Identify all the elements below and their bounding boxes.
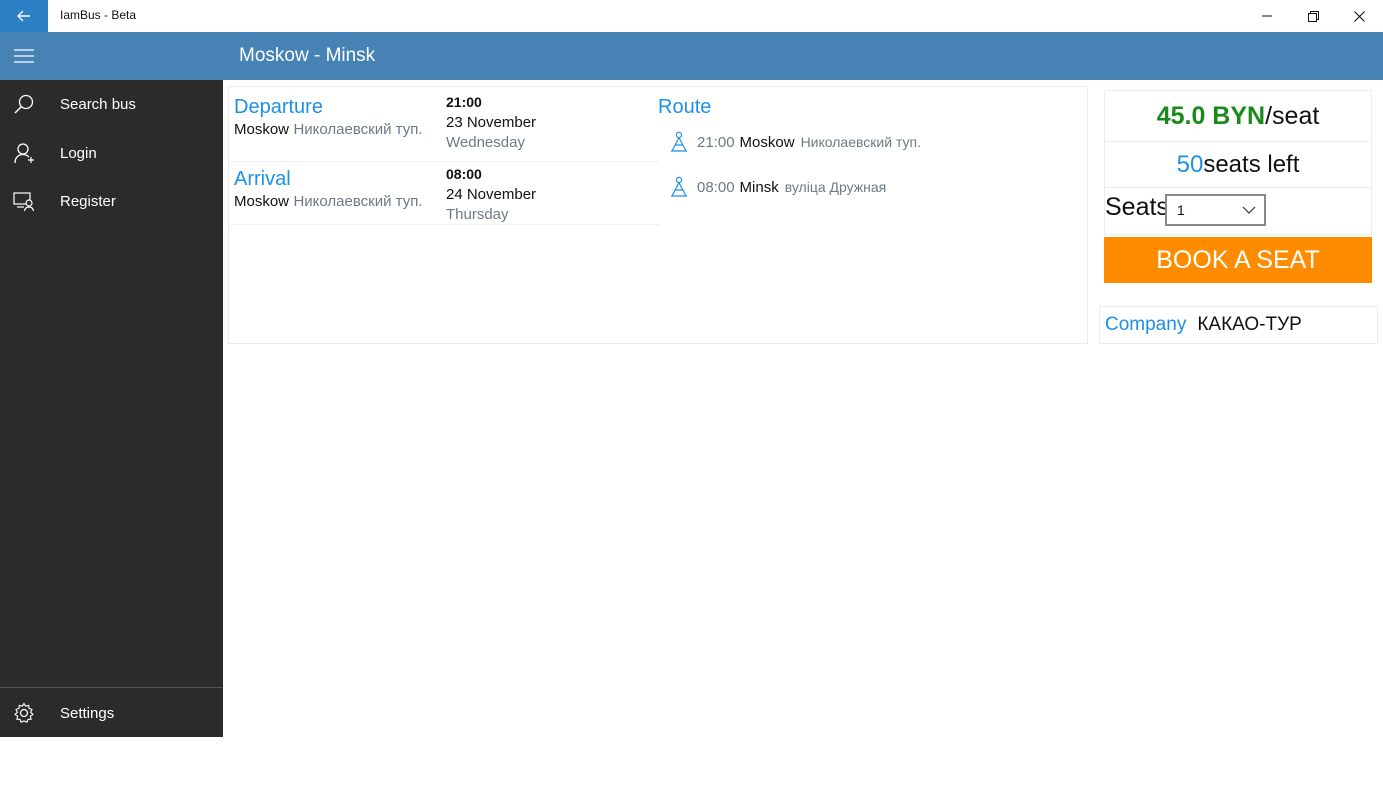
sidebar-item-register[interactable]: Register	[0, 177, 223, 225]
arrival-time: 08:00	[446, 166, 482, 182]
seat-selector-row: Seats 1	[1104, 187, 1372, 235]
departure-date: 23 November	[446, 114, 537, 131]
departure-station: Николаевский туп.	[293, 121, 423, 138]
app-title: IamBus - Beta	[60, 8, 137, 22]
price-box: 45.0 BYN /seat	[1104, 90, 1372, 142]
price-unit: /seat	[1265, 101, 1320, 130]
seats-left-count: 50	[1176, 150, 1204, 178]
sidebar-item-label: Search bus	[60, 95, 136, 113]
back-button[interactable]	[0, 0, 48, 32]
arrival-heading: Arrival	[234, 168, 291, 190]
departure-city: Moskow	[234, 121, 290, 138]
close-button[interactable]	[1336, 0, 1382, 32]
route-stop-city: Minsk	[739, 178, 779, 196]
route-heading: Route	[658, 96, 712, 118]
arrival-station: Николаевский туп.	[293, 193, 423, 210]
register-icon	[0, 177, 48, 225]
route-stop-city: Moskow	[739, 133, 795, 151]
arrival-date: 24 November	[446, 186, 537, 203]
price-value: 45.0 BYN	[1156, 101, 1266, 130]
row-divider	[231, 161, 659, 162]
sidebar-item-label: Register	[60, 192, 116, 210]
arrival-weekday: Thursday	[446, 206, 509, 223]
search-icon	[0, 80, 48, 128]
company-box: Company КАКАО-ТУР	[1099, 306, 1378, 344]
hamburger-icon	[14, 49, 34, 63]
gear-icon	[0, 689, 48, 737]
departure-weekday: Wednesday	[446, 134, 525, 151]
bus-stop-icon	[671, 131, 687, 152]
minimize-icon	[1262, 15, 1272, 17]
restore-button[interactable]	[1290, 0, 1336, 32]
chevron-down-icon	[1242, 206, 1256, 214]
departure-heading: Departure	[234, 96, 323, 118]
sidebar: Search bus Login Register Settings	[0, 80, 223, 737]
app-header: Moskow - Minsk	[0, 32, 1383, 80]
company-label: Company	[1105, 314, 1187, 335]
sidebar-divider	[0, 687, 223, 688]
sidebar-item-label: Login	[60, 144, 97, 162]
restore-icon	[1307, 10, 1319, 22]
seats-left-box: 50 seats left	[1104, 141, 1372, 188]
route-stop: 21:00 Moskow Николаевский туп.	[669, 130, 921, 154]
book-seat-button[interactable]: BOOK A SEAT	[1104, 237, 1372, 283]
company-name: КАКАО-ТУР	[1197, 314, 1302, 335]
arrival-location: Moskow Николаевский туп.	[234, 193, 422, 211]
seats-label: Seats	[1105, 193, 1169, 221]
seats-left-label: seats left	[1203, 150, 1300, 178]
sidebar-item-settings[interactable]: Settings	[0, 689, 223, 737]
back-arrow-icon	[17, 10, 30, 22]
route-stop-time: 21:00	[697, 133, 735, 151]
seats-dropdown[interactable]: 1	[1165, 194, 1266, 226]
departure-location: Moskow Николаевский туп.	[234, 121, 422, 139]
user-icon	[0, 129, 48, 177]
hamburger-menu-button[interactable]	[0, 32, 48, 80]
route-stop-station: Николаевский туп.	[800, 134, 921, 150]
route-stop-station: вуліца Дружная	[784, 179, 887, 195]
minimize-button[interactable]	[1244, 0, 1290, 32]
trip-details-card: Departure Moskow Николаевский туп. 21:00…	[228, 86, 1088, 344]
arrival-city: Moskow	[234, 193, 290, 210]
row-divider	[231, 224, 659, 225]
close-icon	[1353, 10, 1365, 22]
page-title: Moskow - Minsk	[239, 45, 376, 66]
sidebar-item-search-bus[interactable]: Search bus	[0, 80, 223, 128]
departure-time: 21:00	[446, 94, 482, 110]
sidebar-item-login[interactable]: Login	[0, 129, 223, 177]
route-stop-time: 08:00	[697, 178, 735, 196]
title-bar: IamBus - Beta	[0, 0, 1383, 32]
route-stop: 08:00 Minsk вуліца Дружная	[669, 175, 886, 199]
sidebar-item-label: Settings	[60, 704, 115, 722]
bus-stop-icon	[671, 176, 687, 197]
seats-dropdown-value: 1	[1177, 202, 1185, 218]
